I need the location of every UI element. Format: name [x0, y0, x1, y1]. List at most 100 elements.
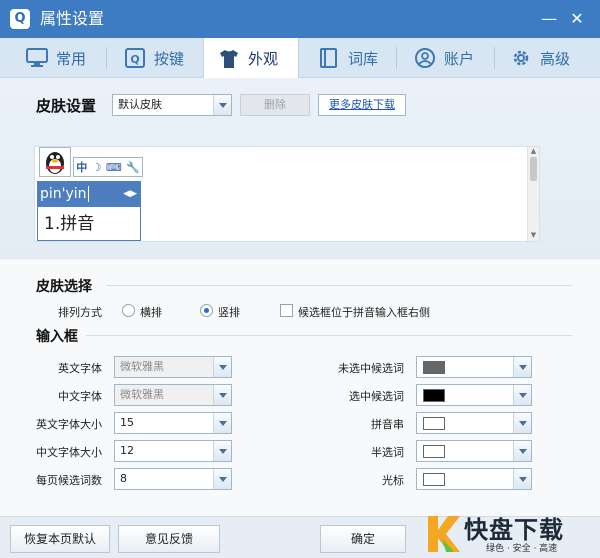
chevron-down-icon[interactable]	[513, 441, 531, 461]
radio-vertical[interactable]	[200, 304, 213, 317]
color-swatch	[423, 473, 445, 486]
tab-label: 按键	[154, 49, 185, 68]
gear-icon	[513, 50, 529, 66]
field-label: 英文字体大小	[36, 418, 102, 431]
ime-status-toolbar: 中 ☽ ⌨ 🔧	[73, 157, 143, 177]
chevron-down-icon[interactable]	[513, 357, 531, 377]
field-label: 英文字体	[58, 362, 102, 375]
field-label: 拼音串	[371, 418, 404, 431]
window-title: 属性设置	[40, 9, 105, 28]
layout-label: 排列方式	[58, 306, 102, 319]
skin-select-value: 默认皮肤	[118, 98, 162, 111]
delete-skin-button[interactable]: 删除	[240, 94, 310, 116]
color-swatch	[423, 389, 445, 402]
title-bar: Q 属性设置 — ✕	[0, 0, 600, 38]
english-font-select[interactable]: 微软雅黑	[114, 356, 232, 378]
appearance-options: 皮肤选择 排列方式 横排 竖排 候选框位于拼音输入框右侧 输入框 英文字体 微软…	[0, 258, 600, 516]
watermark: 快盘下载 绿色 · 安全 · 高速	[424, 508, 600, 558]
chevron-down-icon[interactable]	[513, 413, 531, 433]
scroll-down-icon[interactable]: ▼	[528, 231, 539, 240]
color-swatch	[423, 445, 445, 458]
field-label: 中文字体大小	[36, 446, 102, 459]
shirt-icon	[220, 49, 238, 68]
chevron-down-icon[interactable]	[213, 357, 231, 377]
scroll-thumb[interactable]	[530, 157, 537, 181]
field-label: 光标	[382, 474, 404, 487]
tab-appearance[interactable]: 外观	[203, 38, 299, 79]
app-logo-icon: Q	[10, 9, 30, 29]
tab-advanced[interactable]: 高级	[510, 38, 570, 78]
half-selected-color-picker[interactable]	[416, 440, 532, 462]
chevron-down-icon[interactable]	[513, 469, 531, 489]
pinyin-color-picker[interactable]	[416, 412, 532, 434]
color-swatch	[423, 417, 445, 430]
candidate-right-checkbox[interactable]	[280, 304, 293, 317]
keyboard-icon: ⌨	[105, 160, 122, 174]
monitor-icon	[26, 48, 48, 67]
skin-settings-label: 皮肤设置	[36, 97, 97, 115]
select-value: 微软雅黑	[120, 360, 164, 373]
select-value: 8	[120, 472, 127, 485]
tab-label: 账户	[444, 49, 475, 68]
more-skins-link[interactable]: 更多皮肤下载	[318, 94, 406, 116]
radio-horizontal-label: 横排	[140, 306, 162, 319]
tab-general[interactable]: 常用	[26, 38, 86, 78]
cursor-color-picker[interactable]	[416, 468, 532, 490]
field-label: 中文字体	[58, 390, 102, 403]
page-arrows-icon: ◀▶	[123, 189, 137, 199]
candidate-right-label: 候选框位于拼音输入框右侧	[298, 306, 430, 319]
restore-defaults-button[interactable]: 恢复本页默认	[10, 525, 110, 553]
skin-select[interactable]: 默认皮肤	[112, 94, 232, 116]
field-label: 半选词	[371, 446, 404, 459]
tab-label: 外观	[248, 50, 279, 68]
scroll-up-icon[interactable]: ▲	[528, 147, 539, 156]
book-icon	[320, 48, 337, 68]
user-icon	[415, 48, 435, 68]
english-size-select[interactable]: 15	[114, 412, 232, 434]
chevron-down-icon[interactable]	[213, 413, 231, 433]
tab-account[interactable]: 账户	[414, 38, 474, 78]
watermark-text: 快盘下载	[464, 516, 564, 544]
field-label: 选中候选词	[349, 390, 404, 403]
wrench-icon: 🔧	[126, 160, 140, 174]
qq-penguin-icon	[39, 147, 71, 177]
select-value: 12	[120, 444, 134, 457]
svg-text:Q: Q	[130, 53, 139, 66]
skin-select-heading: 皮肤选择	[36, 279, 92, 295]
chinese-mode-icon: 中	[76, 161, 88, 174]
ok-button[interactable]: 确定	[320, 525, 406, 553]
select-value: 微软雅黑	[120, 388, 164, 401]
feedback-button[interactable]: 意见反馈	[118, 525, 220, 553]
preview-scrollbar[interactable]: ▲ ▼	[527, 147, 539, 241]
chevron-down-icon[interactable]	[213, 441, 231, 461]
tab-keys[interactable]: Q 按键	[124, 38, 184, 78]
selected-color-picker[interactable]	[416, 384, 532, 406]
close-button[interactable]: ✕	[566, 8, 588, 30]
chinese-font-select[interactable]: 微软雅黑	[114, 384, 232, 406]
tab-dictionary[interactable]: 词库	[318, 38, 378, 78]
candidate-item: 1.拼音	[44, 214, 95, 234]
unselected-color-picker[interactable]	[416, 356, 532, 378]
chevron-down-icon[interactable]	[213, 469, 231, 489]
tab-label: 常用	[56, 49, 87, 68]
chinese-size-select[interactable]: 12	[114, 440, 232, 462]
pinyin-string: pin'yin	[40, 186, 87, 202]
input-box-heading: 输入框	[36, 329, 78, 345]
color-swatch	[423, 361, 445, 374]
field-label: 每页候选词数	[36, 474, 102, 487]
moon-icon: ☽	[91, 160, 102, 174]
tab-label: 高级	[540, 49, 571, 68]
candidates-per-page-select[interactable]: 8	[114, 468, 232, 490]
chevron-down-icon[interactable]	[513, 385, 531, 405]
select-value: 15	[120, 416, 134, 429]
minimize-button[interactable]: —	[538, 8, 560, 30]
field-label: 未选中候选词	[338, 362, 404, 375]
radio-vertical-label: 竖排	[218, 306, 240, 319]
radio-horizontal[interactable]	[122, 304, 135, 317]
chevron-down-icon[interactable]	[213, 95, 231, 115]
tab-bar: 常用 Q 按键 外观 词库 账户 高级	[0, 38, 600, 79]
tab-label: 词库	[348, 49, 379, 68]
chevron-down-icon[interactable]	[213, 385, 231, 405]
pinyin-input-bar: pin'yin ◀▶	[37, 181, 141, 207]
q-key-icon: Q	[125, 48, 145, 68]
